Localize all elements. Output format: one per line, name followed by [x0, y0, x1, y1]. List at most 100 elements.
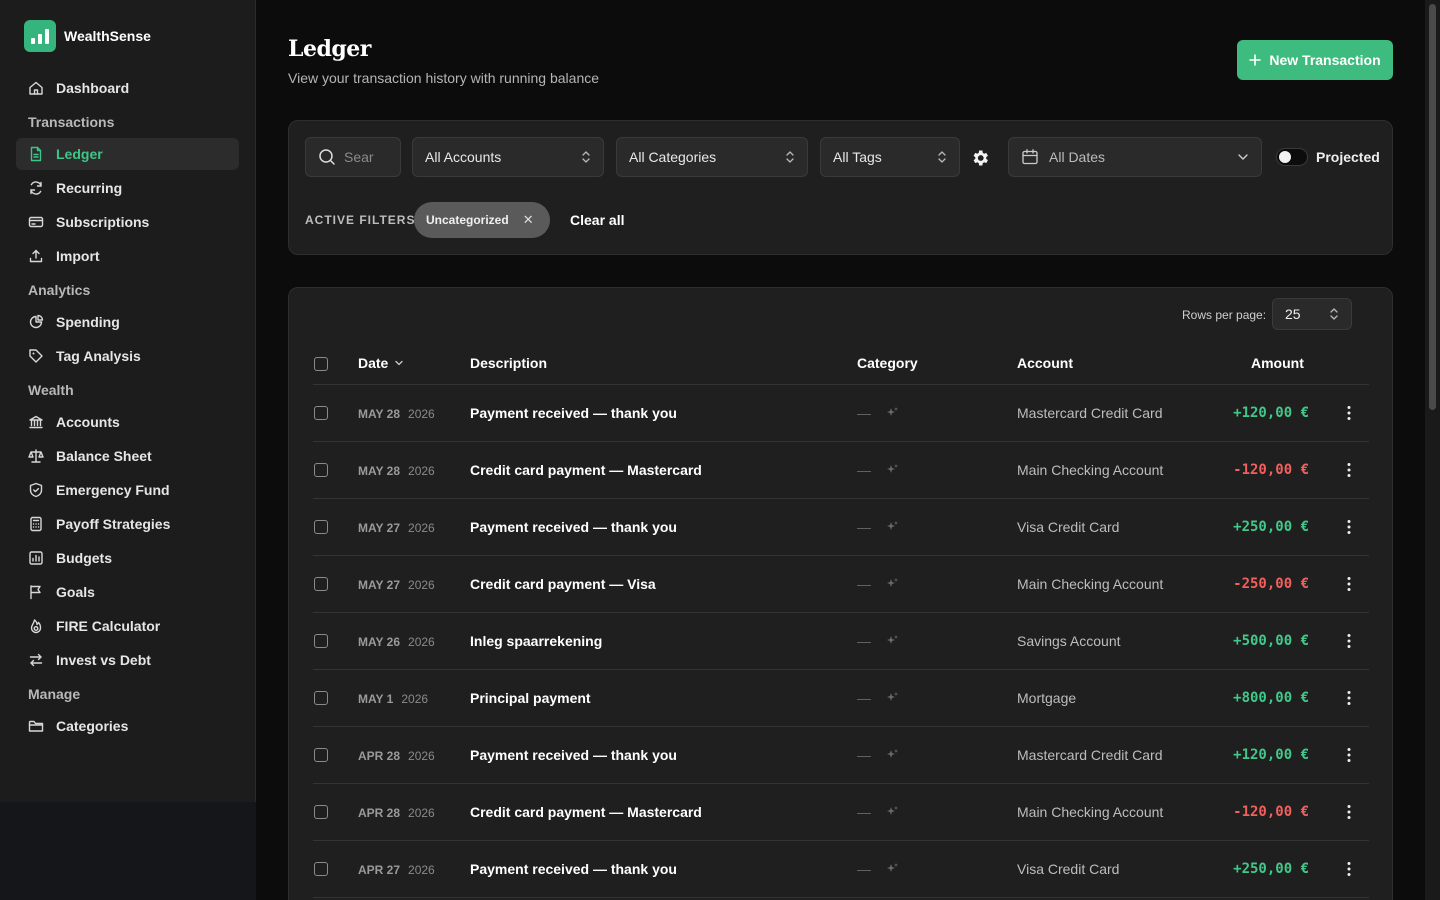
table-row[interactable]: MAY 28 2026 Credit card payment — Masterc… — [313, 442, 1369, 499]
column-date-sort[interactable]: Date — [358, 355, 404, 371]
sidebar-item-payoff-strategies[interactable]: Payoff Strategies — [16, 508, 239, 540]
tags-select[interactable]: All Tags — [820, 137, 960, 177]
row-description[interactable]: Inleg spaarrekening — [470, 633, 602, 649]
table-row[interactable]: APR 28 2026 Payment received — thank you … — [313, 727, 1369, 784]
row-category[interactable]: — — [857, 576, 899, 592]
row-description[interactable]: Credit card payment — Visa — [470, 576, 656, 592]
more-vertical-icon[interactable] — [1347, 861, 1351, 877]
sidebar-item-fire-calculator[interactable]: FIRE Calculator — [16, 610, 239, 642]
row-description[interactable]: Payment received — thank you — [470, 405, 677, 421]
scrollbar-thumb[interactable] — [1429, 4, 1436, 410]
column-category: Category — [857, 355, 918, 371]
brand[interactable]: WealthSense — [24, 20, 151, 52]
row-category[interactable]: — — [857, 405, 899, 421]
more-vertical-icon[interactable] — [1347, 633, 1351, 649]
table-row[interactable]: APR 28 2026 Credit card payment — Masterc… — [313, 784, 1369, 841]
sidebar-item-tag-analysis[interactable]: Tag Analysis — [16, 340, 239, 372]
sidebar-item-spending[interactable]: Spending — [16, 306, 239, 338]
sparkle-icon[interactable] — [885, 520, 899, 534]
sparkle-icon[interactable] — [885, 805, 899, 819]
gear-icon[interactable] — [970, 148, 990, 168]
sidebar-item-dashboard[interactable]: Dashboard — [16, 72, 239, 104]
sidebar-item-emergency-fund[interactable]: Emergency Fund — [16, 474, 239, 506]
row-checkbox[interactable] — [314, 862, 328, 876]
table-row[interactable]: MAY 1 2026 Principal payment — Mortgage +… — [313, 670, 1369, 727]
table-row[interactable]: MAY 28 2026 Payment received — thank you … — [313, 385, 1369, 442]
select-all-checkbox[interactable] — [314, 357, 328, 371]
projected-toggle[interactable] — [1276, 148, 1308, 166]
sidebar-item-accounts[interactable]: Accounts — [16, 406, 239, 438]
new-transaction-button[interactable]: New Transaction — [1237, 40, 1393, 80]
rows-per-page-value: 25 — [1285, 306, 1301, 322]
row-description[interactable]: Payment received — thank you — [470, 519, 677, 535]
row-category[interactable]: — — [857, 633, 899, 649]
table-row[interactable]: MAY 27 2026 Payment received — thank you … — [313, 499, 1369, 556]
row-description[interactable]: Credit card payment — Mastercard — [470, 462, 702, 478]
row-description[interactable]: Credit card payment — Mastercard — [470, 804, 702, 820]
row-date: APR 28 2026 — [358, 749, 435, 763]
row-category[interactable]: — — [857, 804, 899, 820]
search-input[interactable] — [344, 149, 374, 165]
row-checkbox[interactable] — [314, 748, 328, 762]
home-icon — [29, 81, 43, 95]
close-icon[interactable]: ✕ — [523, 212, 534, 228]
row-checkbox[interactable] — [314, 406, 328, 420]
row-checkbox[interactable] — [314, 634, 328, 648]
table-row[interactable]: MAY 26 2026 Inleg spaarrekening — Savings… — [313, 613, 1369, 670]
row-category[interactable]: — — [857, 462, 899, 478]
row-category[interactable]: — — [857, 690, 899, 706]
more-vertical-icon[interactable] — [1347, 804, 1351, 820]
sidebar-item-goals[interactable]: Goals — [16, 576, 239, 608]
more-vertical-icon[interactable] — [1347, 747, 1351, 763]
row-category[interactable]: — — [857, 861, 899, 877]
row-category[interactable]: — — [857, 519, 899, 535]
sparkle-icon[interactable] — [885, 406, 899, 420]
page-scrollbar[interactable] — [1425, 0, 1440, 900]
row-description[interactable]: Principal payment — [470, 690, 591, 706]
sidebar-item-ledger[interactable]: Ledger — [16, 138, 239, 170]
more-vertical-icon[interactable] — [1347, 690, 1351, 706]
more-vertical-icon[interactable] — [1347, 462, 1351, 478]
sparkle-icon[interactable] — [885, 463, 899, 477]
accounts-select[interactable]: All Accounts — [412, 137, 604, 177]
sparkle-icon[interactable] — [885, 634, 899, 648]
row-date-year: 2026 — [408, 749, 435, 763]
date-range-select[interactable]: All Dates — [1008, 137, 1262, 177]
row-description[interactable]: Payment received — thank you — [470, 747, 677, 763]
row-checkbox[interactable] — [314, 805, 328, 819]
rows-per-page-select[interactable]: 25 — [1272, 298, 1352, 330]
sidebar-item-categories[interactable]: Categories — [16, 710, 239, 742]
row-checkbox[interactable] — [314, 463, 328, 477]
row-category[interactable]: — — [857, 747, 899, 763]
clear-all-filters-link[interactable]: Clear all — [570, 212, 624, 228]
row-date-year: 2026 — [408, 578, 435, 592]
sidebar-item-recurring[interactable]: Recurring — [16, 172, 239, 204]
sidebar-item-invest-vs-debt[interactable]: Invest vs Debt — [16, 644, 239, 676]
more-vertical-icon[interactable] — [1347, 405, 1351, 421]
sparkle-icon[interactable] — [885, 577, 899, 591]
row-date-year: 2026 — [408, 806, 435, 820]
sidebar-item-budgets[interactable]: Budgets — [16, 542, 239, 574]
category-empty-placeholder: — — [857, 804, 871, 820]
table-row[interactable]: MAY 27 2026 Credit card payment — Visa — … — [313, 556, 1369, 613]
row-description[interactable]: Payment received — thank you — [470, 861, 677, 877]
sidebar-item-label: Payoff Strategies — [56, 516, 171, 532]
sidebar-item-import[interactable]: Import — [16, 240, 239, 272]
categories-select[interactable]: All Categories — [616, 137, 808, 177]
row-checkbox[interactable] — [314, 577, 328, 591]
table-row[interactable]: APR 27 2026 Payment received — thank you … — [313, 841, 1369, 898]
row-checkbox[interactable] — [314, 520, 328, 534]
more-vertical-icon[interactable] — [1347, 576, 1351, 592]
column-description: Description — [470, 355, 548, 371]
row-checkbox[interactable] — [314, 691, 328, 705]
tag-icon — [29, 349, 43, 363]
sparkle-icon[interactable] — [885, 862, 899, 876]
more-vertical-icon[interactable] — [1347, 519, 1351, 535]
calculator-icon — [30, 516, 42, 532]
sidebar-item-balance-sheet[interactable]: Balance Sheet — [16, 440, 239, 472]
sparkle-icon[interactable] — [885, 748, 899, 762]
search-box[interactable] — [305, 137, 401, 177]
sparkle-icon[interactable] — [885, 691, 899, 705]
category-empty-placeholder: — — [857, 405, 871, 421]
sidebar-item-subscriptions[interactable]: Subscriptions — [16, 206, 239, 238]
